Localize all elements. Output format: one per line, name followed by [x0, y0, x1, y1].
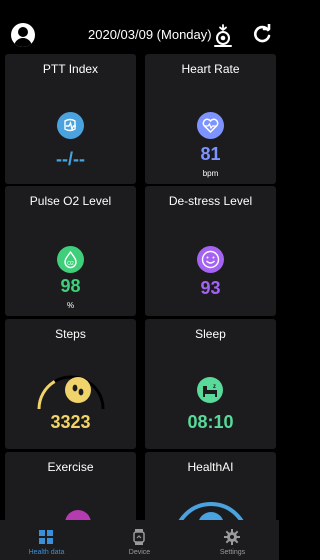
pulse-o2-value: 98 — [60, 276, 81, 296]
header: 2020/03/09 (Monday) — [0, 0, 279, 54]
card-title: Pulse O2 Level — [29, 194, 112, 208]
date-label[interactable]: 2020/03/09 (Monday) — [88, 27, 212, 42]
card-title: PTT Index — [42, 62, 99, 76]
pulse-o2-unit: % — [66, 301, 75, 310]
card-steps[interactable]: Steps 3323 — [5, 319, 136, 449]
bed-icon: z — [197, 377, 223, 403]
nav-label: Device — [128, 549, 151, 556]
avatar[interactable] — [11, 23, 35, 47]
nav-device[interactable]: Device — [93, 520, 186, 560]
card-pulse-o2[interactable]: Pulse O2 Level O2 98 % — [5, 186, 136, 316]
svg-text:O2: O2 — [67, 261, 74, 267]
card-title: Exercise — [47, 460, 94, 474]
sleep-value: 08:10 — [187, 412, 234, 432]
nav-label: Health data — [28, 549, 65, 556]
pulse-icon — [57, 112, 84, 139]
card-destress[interactable]: De-stress Level 93 — [145, 186, 276, 316]
ptt-value: --/-- — [56, 149, 85, 169]
card-title: Steps — [55, 327, 86, 341]
card-title: HealthAI — [187, 460, 234, 474]
steps-value: 3323 — [50, 412, 91, 432]
card-sleep[interactable]: Sleep z 08:10 — [145, 319, 276, 449]
nav-settings[interactable]: Settings — [186, 520, 279, 560]
gear-icon — [224, 529, 240, 545]
card-title: Heart Rate — [181, 62, 240, 76]
bottom-nav: Health data Device Settings — [0, 520, 279, 560]
nav-label: Settings — [219, 549, 246, 556]
card-heart-rate[interactable]: Heart Rate 81 bpm — [145, 54, 276, 184]
svg-text:z: z — [213, 384, 216, 390]
heart-icon — [197, 112, 224, 139]
destress-value: 93 — [200, 278, 221, 298]
card-title: De-stress Level — [168, 194, 253, 208]
o2-drop-icon: O2 — [57, 246, 84, 273]
refresh-icon[interactable] — [252, 24, 272, 44]
sync-icon[interactable] — [212, 24, 234, 48]
card-title: Sleep — [195, 327, 226, 341]
nav-health-data[interactable]: Health data — [0, 520, 93, 560]
grid-icon — [39, 530, 53, 544]
smile-icon — [197, 246, 224, 273]
heart-rate-value: 81 — [200, 144, 221, 164]
card-ptt-index[interactable]: PTT Index --/-- — [5, 54, 136, 184]
watch-icon — [133, 529, 145, 545]
footsteps-icon — [65, 377, 91, 403]
heart-rate-unit: bpm — [202, 169, 219, 178]
